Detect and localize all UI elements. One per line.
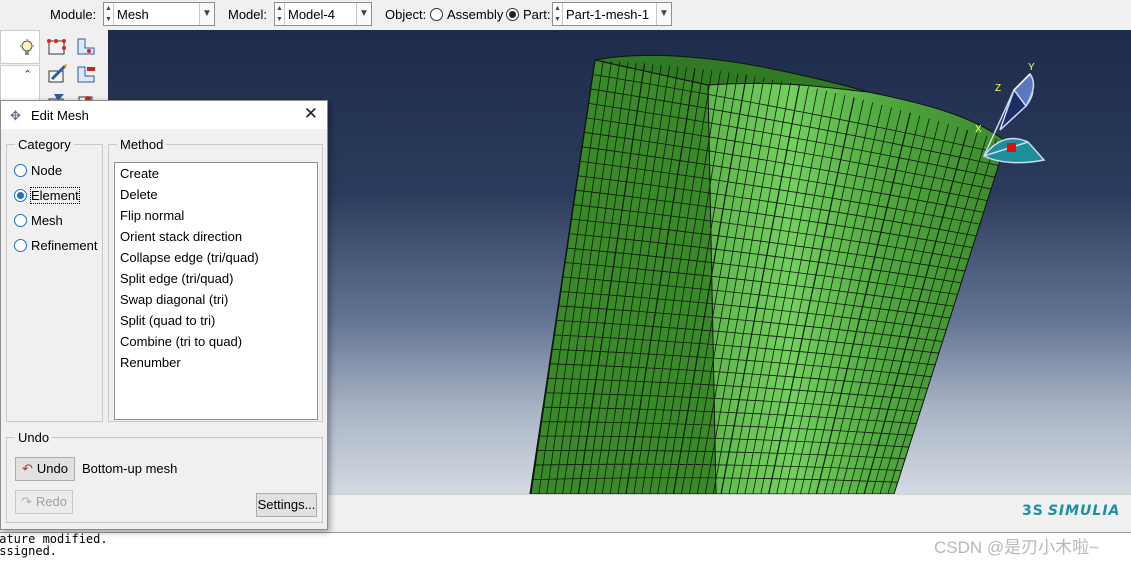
category-node-option[interactable]: Node: [14, 163, 62, 178]
undo-description: Bottom-up mesh: [82, 461, 178, 476]
watermark: CSDN @是刃小木啦~: [934, 538, 1100, 557]
settings-button[interactable]: Settings...: [256, 493, 317, 517]
redo-button[interactable]: ↷ Redo: [15, 490, 73, 514]
category-group: Category Node Element Mesh Refinement: [6, 137, 103, 422]
method-item-collapse-edge[interactable]: Collapse edge (tri/quad): [115, 247, 317, 268]
close-icon[interactable]: ✕: [304, 104, 318, 124]
mesh-radio[interactable]: [14, 214, 27, 227]
axis-triad: Y Z X: [975, 62, 1046, 164]
refinement-radio[interactable]: [14, 239, 27, 252]
method-item-split-quad[interactable]: Split (quad to tri): [115, 310, 317, 331]
node-label: Node: [31, 163, 63, 178]
object-label: Object:: [385, 7, 427, 22]
method-item-flip-normal[interactable]: Flip normal: [115, 205, 317, 226]
undo-button-label: Undo: [36, 461, 68, 476]
method-list[interactable]: Create Delete Flip normal Orient stack d…: [114, 162, 318, 420]
simulia-logo: 3S SIMULIA: [1022, 503, 1120, 519]
assembly-radio[interactable]: [430, 8, 443, 21]
element-label: Element: [30, 187, 80, 204]
model-value: Model-4: [288, 7, 335, 22]
triad-z-label: Z: [995, 83, 1001, 94]
lightbulb-icon[interactable]: [19, 39, 35, 57]
chevron-down-icon[interactable]: ▼: [356, 3, 371, 25]
module-value: Mesh: [117, 7, 149, 22]
module-label: Module:: [50, 7, 97, 22]
method-group: Method Create Delete Flip normal Orient …: [108, 137, 323, 422]
model-spin-icon[interactable]: ▲ ▼: [275, 3, 285, 25]
simulia-mark-icon: 3S: [1022, 503, 1044, 519]
method-item-split-edge[interactable]: Split edge (tri/quad): [115, 268, 317, 289]
category-mesh-option[interactable]: Mesh: [14, 213, 63, 228]
node-radio[interactable]: [14, 164, 27, 177]
part-value: Part-1-mesh-1: [566, 7, 650, 22]
mesh-label: Mesh: [31, 213, 63, 228]
undo-icon: ↶: [22, 461, 33, 476]
triad-x-label: X: [975, 124, 982, 135]
model-combo[interactable]: ▲ ▼ Model-4 ▼: [274, 2, 372, 26]
method-item-delete[interactable]: Delete: [115, 184, 317, 205]
undo-group: Undo ↶ Undo Bottom-up mesh ↷ Redo Settings…: [6, 430, 323, 523]
method-title: Method: [117, 137, 167, 152]
undo-button[interactable]: ↶ Undo: [15, 457, 75, 481]
dialog-titlebar[interactable]: ✥ Edit Mesh ✕: [1, 101, 327, 129]
part-combo[interactable]: ▲ ▼ Part-1-mesh-1 ▼: [552, 2, 672, 26]
assembly-label[interactable]: Assembly: [447, 7, 503, 22]
part-spin-icon[interactable]: ▲ ▼: [553, 3, 563, 25]
triad-origin: [1007, 143, 1016, 152]
chevron-down-icon[interactable]: ▼: [656, 3, 671, 25]
dialog-title: Edit Mesh: [31, 108, 89, 123]
part-radio[interactable]: [506, 8, 519, 21]
edit-mesh-dialog[interactable]: ✥ Edit Mesh ✕ Category Node Element Mesh…: [0, 100, 328, 530]
mesh-left-face: [529, 59, 717, 494]
seed-part-icon[interactable]: [75, 35, 97, 57]
simulia-name: SIMULIA: [1047, 503, 1121, 519]
seed-edge-icon[interactable]: [46, 35, 68, 57]
category-title: Category: [15, 137, 74, 152]
redo-button-label: Redo: [35, 494, 67, 509]
undo-title: Undo: [15, 430, 53, 445]
module-spin-icon[interactable]: ▲ ▼: [104, 3, 114, 25]
method-item-swap-diagonal[interactable]: Swap diagonal (tri): [115, 289, 317, 310]
toolbox-panel-top: [0, 30, 40, 64]
element-radio[interactable]: [14, 189, 27, 202]
context-bar: Module: ▲ ▼ Mesh ▼ Model: ▲ ▼ Model-4 ▼ Ob…: [0, 0, 1131, 30]
refinement-label: Refinement: [31, 238, 98, 253]
category-refinement-option[interactable]: Refinement: [14, 238, 97, 253]
method-item-create[interactable]: Create: [115, 163, 317, 184]
triad-y-label: Y: [1028, 62, 1035, 73]
dialog-move-icon: ✥: [10, 108, 21, 123]
method-item-combine[interactable]: Combine (tri to quad): [115, 331, 317, 352]
redo-icon: ↷: [21, 494, 32, 509]
chevron-down-icon[interactable]: ▼: [199, 3, 214, 25]
method-item-orient-stack[interactable]: Orient stack direction: [115, 226, 317, 247]
chevron-up-icon[interactable]: ⌃: [23, 68, 32, 81]
module-combo[interactable]: ▲ ▼ Mesh ▼: [103, 2, 215, 26]
part-label[interactable]: Part:: [523, 7, 550, 22]
method-item-renumber[interactable]: Renumber: [115, 352, 317, 373]
element-type-icon[interactable]: [75, 63, 97, 85]
mesh-controls-icon[interactable]: [46, 63, 68, 85]
category-element-option[interactable]: Element: [14, 187, 80, 204]
model-label: Model:: [228, 7, 268, 22]
